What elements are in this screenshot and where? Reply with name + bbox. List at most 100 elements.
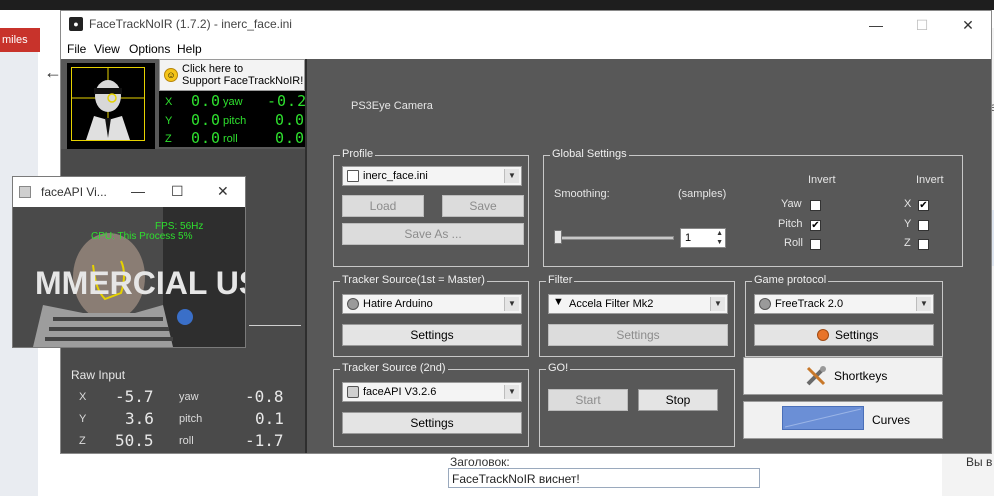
raw-rot-pitch: pitch (179, 413, 203, 425)
tracker-source-1-select[interactable]: Hatire Arduino ▼ (342, 294, 522, 314)
smoothing-label: Smoothing: (554, 188, 610, 200)
game-protocol-select[interactable]: FreeTrack 2.0 ▼ (754, 294, 934, 314)
head-silhouette-icon (72, 68, 144, 140)
smoothing-slider-track[interactable] (558, 236, 674, 240)
pose-axis-z: Z (165, 133, 172, 145)
profile-select[interactable]: inerc_face.ini ▼ (342, 166, 522, 186)
pose-rotval-roll: 0.0 (275, 129, 306, 147)
stop-button[interactable]: Stop (638, 389, 718, 411)
menu-options[interactable]: Options (129, 42, 170, 56)
invert-y-checkbox[interactable] (918, 220, 929, 231)
spin-arrows-icon[interactable]: ▲ ▼ (716, 229, 723, 247)
profile-select-value: inerc_face.ini (363, 170, 428, 182)
close-icon[interactable]: ✕ (945, 11, 991, 39)
support-text: Click here to Support FaceTrackNoIR! (182, 63, 303, 87)
background-top-bar (0, 0, 994, 10)
support-line-1: Click here to (182, 63, 244, 75)
tracker-source-1-label: Tracker Source(1st = Master) (340, 274, 487, 286)
tracker-source-1-value: Hatire Arduino (363, 298, 433, 310)
invert-yaw-checkbox[interactable] (810, 200, 821, 211)
global-settings-label: Global Settings (550, 148, 629, 160)
tracker-source-2-settings-button[interactable]: Settings (342, 412, 522, 434)
camera-watermark: MMERCIAL US (35, 265, 245, 301)
tracker-source-1-settings-button[interactable]: Settings (342, 324, 522, 346)
raw-axis-z: Z (79, 435, 86, 447)
filter-settings-button[interactable]: Settings (548, 324, 728, 346)
invert-pos-label: Invert (916, 174, 944, 186)
menu-file[interactable]: File (67, 42, 86, 56)
save-button[interactable]: Save (442, 195, 524, 217)
faceapi-minimize-icon[interactable]: — (131, 183, 145, 199)
menu-view[interactable]: View (94, 42, 120, 56)
save-as-button[interactable]: Save As ... (342, 223, 524, 245)
invert-x-checkbox[interactable]: ✔ (918, 200, 929, 211)
background-you-label: Вы в (966, 455, 993, 469)
curves-button[interactable]: Curves (743, 401, 943, 439)
filter-select[interactable]: ▼ Accela Filter Mk2 ▼ (548, 294, 728, 314)
settings-gear-icon (817, 329, 829, 341)
menu-bar: File View Options Help (61, 39, 991, 59)
support-button[interactable]: ☺ Click here to Support FaceTrackNoIR! (159, 59, 305, 91)
chevron-down-icon: ▼ (504, 297, 519, 311)
background-title-input[interactable]: FaceTrackNoIR виснет! (448, 468, 760, 488)
faceapi-viewer-window: faceAPI Vi... — ☐ ✕ MMERCIAL US FPS: 56H… (12, 176, 246, 348)
raw-axis-x: X (79, 391, 87, 403)
profile-label: Profile (340, 148, 376, 160)
camera-cpu-label: CPU: This Process 5% (91, 231, 193, 242)
background-left-tab[interactable]: miles (0, 28, 40, 52)
game-protocol-value: FreeTrack 2.0 (775, 298, 844, 310)
raw-rot-yaw: yaw (179, 391, 199, 403)
faceapi-maximize-icon[interactable]: ☐ (171, 183, 184, 200)
chevron-down-icon: ▼ (710, 297, 725, 311)
raw-val-x: -5.7 (115, 387, 154, 406)
pose-val-z: 0.0 (191, 129, 222, 147)
load-button[interactable]: Load (342, 195, 424, 217)
raw-rotval-yaw: -0.8 (245, 387, 284, 406)
pose-axis-y: Y (165, 115, 173, 127)
smoothing-value: 1 (685, 232, 692, 244)
profile-group: Profile inerc_face.ini ▼ Load Save Save … (333, 148, 529, 267)
smiley-icon: ☺ (164, 68, 178, 82)
pose-rot-roll: roll (223, 133, 238, 145)
invert-pitch-checkbox[interactable]: ✔ (810, 220, 821, 231)
camera-label: PS3Eye Camera (351, 100, 433, 112)
chevron-down-icon: ▼ (504, 385, 519, 399)
invert-pitch-label: Pitch (778, 218, 803, 230)
faceapi-window-title: faceAPI Vi... (41, 185, 107, 199)
raw-axis-y: Y (79, 413, 87, 425)
chevron-down-icon: ▼ (916, 297, 931, 311)
tracker-icon (347, 298, 359, 310)
head-pose-preview (67, 63, 155, 149)
invert-z-checkbox[interactable] (918, 239, 929, 250)
shortkeys-button[interactable]: Shortkeys (743, 357, 943, 395)
tracker-source-2-select[interactable]: faceAPI V3.2.6 ▼ (342, 382, 522, 402)
invert-roll-checkbox[interactable] (810, 239, 821, 250)
filter-label: Filter (546, 274, 575, 286)
invert-y-label: Y (904, 218, 912, 230)
smoothing-slider-thumb[interactable] (554, 230, 562, 244)
tools-icon (806, 366, 826, 386)
smoothing-spinbox[interactable]: 1 ▲ ▼ (680, 228, 726, 248)
pose-axis-x: X (165, 96, 173, 108)
pose-val-y: 0.0 (191, 111, 222, 129)
samples-label: (samples) (678, 188, 727, 200)
game-protocol-settings-label: Settings (835, 328, 879, 342)
start-button[interactable]: Start (548, 389, 628, 411)
tracker-source-2-group: Tracker Source (2nd) faceAPI V3.2.6 ▼ Se… (333, 362, 529, 447)
head-target-frame (71, 67, 145, 141)
filter-group: Filter ▼ Accela Filter Mk2 ▼ Settings (539, 274, 735, 357)
invert-z-label: Z (904, 237, 911, 249)
raw-input-title: Raw Input (71, 368, 126, 382)
chevron-down-icon: ▼ (504, 169, 519, 183)
minimize-icon[interactable]: — (853, 11, 899, 39)
faceapi-icon (347, 386, 359, 398)
support-line-2: Support FaceTrackNoIR! (182, 75, 304, 87)
menu-help[interactable]: Help (177, 42, 202, 56)
global-settings-group: Global Settings Smoothing: (samples) 1 ▲… (543, 148, 963, 267)
invert-yaw-label: Yaw (781, 198, 802, 210)
go-group: GO! Start Stop (539, 362, 735, 447)
maximize-icon[interactable]: ☐ (899, 11, 945, 39)
faceapi-close-icon[interactable]: ✕ (217, 183, 229, 200)
game-protocol-settings-button[interactable]: Settings (754, 324, 934, 346)
headpose-readout: X 0.0 yaw -0.2 Y 0.0 pitch 0.0 Z 0.0 rol… (159, 91, 306, 147)
